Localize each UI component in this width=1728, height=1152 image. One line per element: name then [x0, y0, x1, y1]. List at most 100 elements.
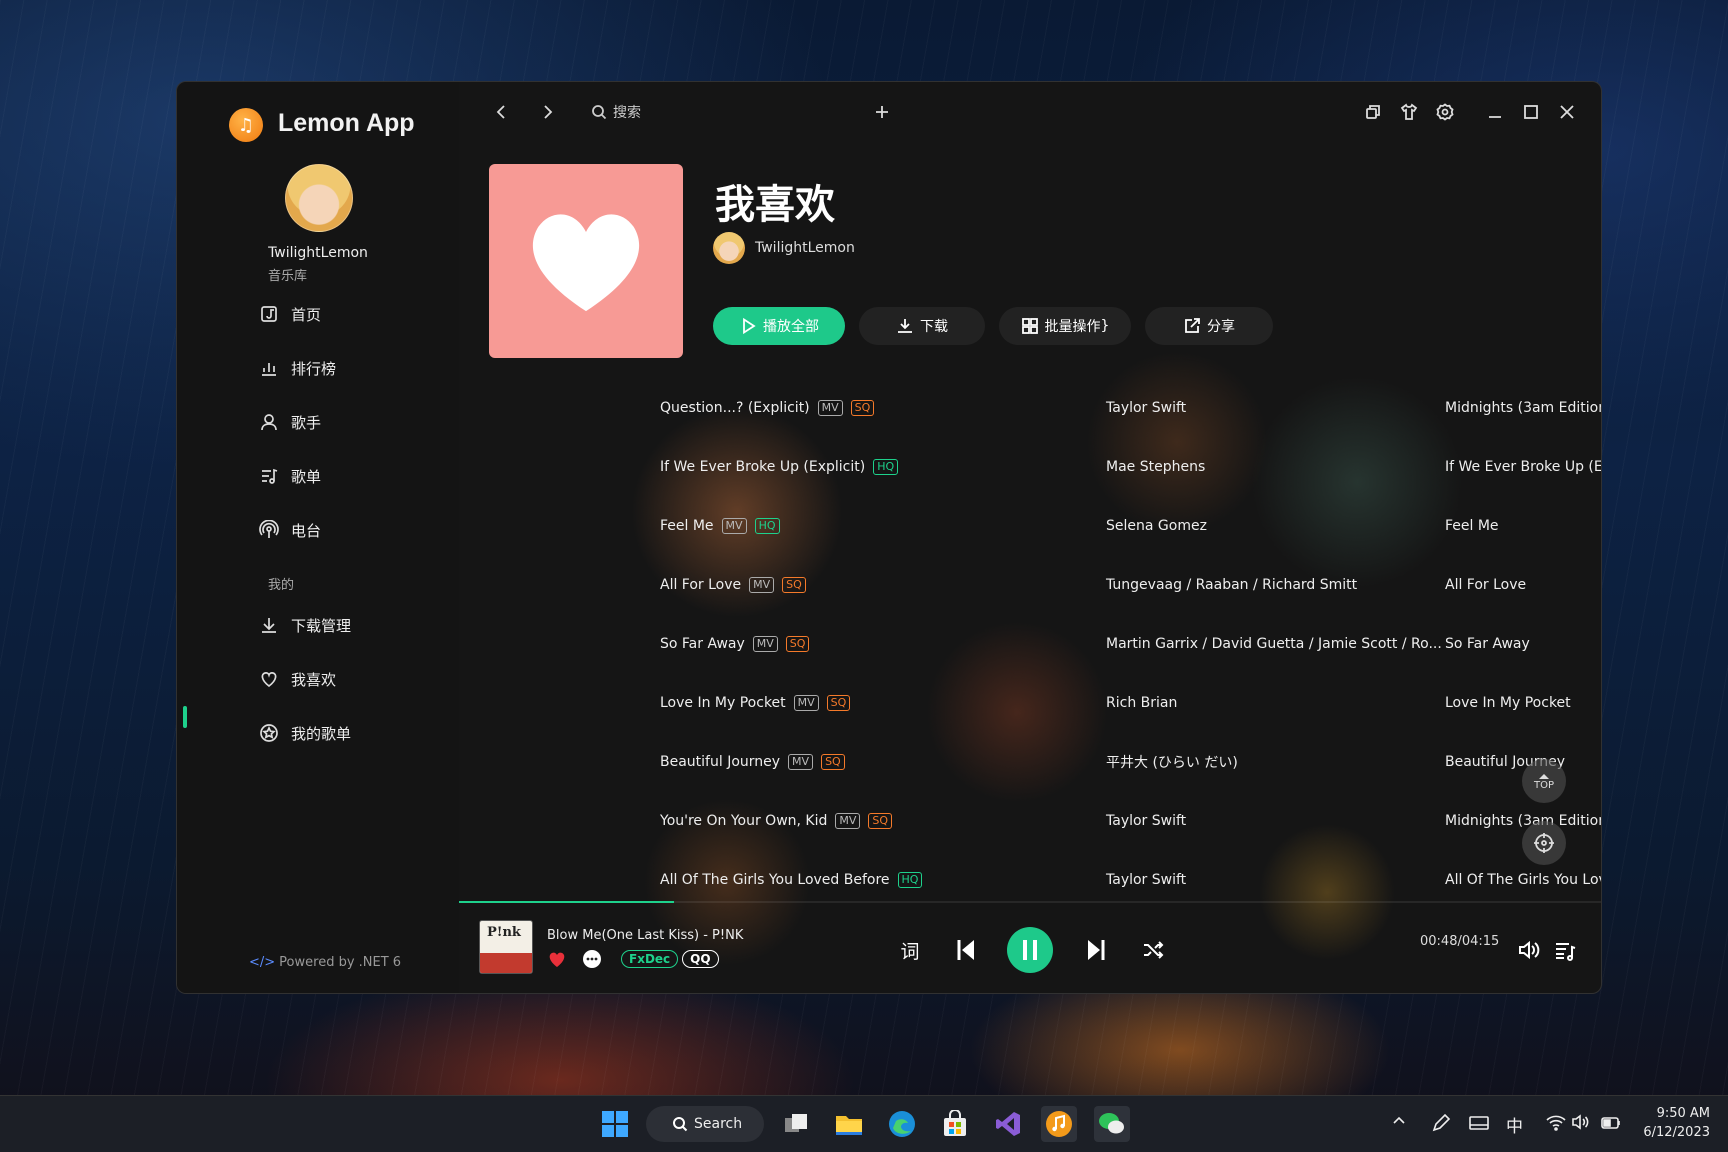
task-view-button[interactable]	[778, 1106, 814, 1142]
microsoft-store-button[interactable]	[937, 1106, 973, 1142]
input-method-indicator[interactable]: 中	[1506, 1112, 1523, 1137]
download-label: 下载	[920, 319, 948, 335]
mini-mode-button[interactable]	[1358, 97, 1388, 127]
song-artist[interactable]: Selena Gomez	[1106, 518, 1207, 534]
song-artist[interactable]: Rich Brian	[1106, 695, 1177, 711]
top-label: TOP	[1533, 779, 1554, 791]
song-row[interactable]: All For Love MV SQ Tungevaag / Raaban / Ric…	[459, 559, 1579, 611]
song-album[interactable]: Midnights (3am Edition)	[1445, 813, 1601, 829]
song-album[interactable]: Love In My Pocket	[1445, 695, 1571, 711]
lyrics-button[interactable]: 词	[895, 932, 925, 968]
volume-tray-button[interactable]	[1571, 1112, 1591, 1132]
song-row[interactable]: All Of The Girls You Loved Before HQ Taylo…	[459, 854, 1601, 906]
heart-filled-icon[interactable]	[547, 950, 567, 968]
qq-badge[interactable]: QQ	[682, 950, 719, 968]
pen-menu-button[interactable]	[1430, 1112, 1452, 1134]
play-queue-button[interactable]	[1550, 932, 1580, 968]
username[interactable]: TwilightLemon	[177, 245, 459, 261]
edge-icon	[889, 1111, 915, 1137]
sidebar-item-radio[interactable]: 电台	[259, 513, 321, 547]
song-artist[interactable]: Taylor Swift	[1106, 400, 1186, 416]
previous-button[interactable]	[949, 932, 985, 968]
play-all-button[interactable]: 播放全部	[713, 307, 845, 345]
song-row[interactable]: Love In My Pocket MV SQ Rich Brian Love In M…	[459, 677, 1579, 729]
maximize-button[interactable]	[1516, 97, 1546, 127]
song-artist[interactable]: Taylor Swift	[1106, 813, 1186, 829]
taskbar-search[interactable]: Search	[646, 1106, 764, 1142]
search-input[interactable]: 搜索	[591, 97, 641, 127]
volume-icon	[1519, 940, 1540, 960]
shuffle-button[interactable]	[1135, 932, 1171, 968]
battery-button[interactable]	[1600, 1112, 1622, 1134]
song-row[interactable]: So Far Away MV SQ Martin Garrix / David Gue…	[459, 618, 1579, 670]
plus-icon	[876, 106, 888, 118]
song-album[interactable]: All For Love	[1445, 577, 1526, 593]
song-row[interactable]: Question...? (Explicit) MV SQ Taylor Swift M…	[459, 382, 1601, 434]
file-explorer-button[interactable]	[831, 1106, 867, 1142]
mv-badge[interactable]: MV	[721, 518, 747, 534]
minimize-button[interactable]	[1480, 97, 1510, 127]
mv-badge[interactable]: MV	[793, 695, 819, 711]
playback-progress-fill	[459, 901, 674, 903]
playlist-owner[interactable]: TwilightLemon	[713, 232, 855, 264]
song-row[interactable]: If We Ever Broke Up (Explicit) HQ Mae Step…	[459, 441, 1601, 493]
sidebar-item-playlists[interactable]: 歌单	[259, 459, 321, 493]
batch-operation-button[interactable]: 批量操作 }	[999, 307, 1131, 345]
mv-badge[interactable]: MV	[749, 577, 775, 593]
powered-by: </> Powered by .NET 6	[249, 955, 401, 970]
song-artist[interactable]: Tungevaag / Raaban / Richard Smitt	[1106, 577, 1357, 593]
add-button[interactable]	[867, 97, 897, 127]
mv-badge[interactable]: MV	[752, 636, 778, 652]
song-album[interactable]: Midnights (3am Edition)	[1445, 400, 1601, 416]
close-button[interactable]	[1552, 97, 1582, 127]
playback-progress-bar[interactable]	[459, 901, 1601, 903]
next-button[interactable]	[1077, 932, 1113, 968]
share-button[interactable]: 分享	[1145, 307, 1273, 345]
locate-current-button[interactable]	[1522, 821, 1566, 865]
pause-icon	[1023, 940, 1037, 960]
sidebar-item-my-playlists[interactable]: 我的歌单	[259, 716, 351, 750]
song-row[interactable]: Beautiful Journey MV SQ 平井大 (ひらい だい) Beautif…	[459, 736, 1579, 788]
back-button[interactable]	[486, 97, 516, 127]
star-icon	[260, 724, 278, 742]
sidebar-item-home[interactable]: 首页	[259, 297, 321, 331]
song-row[interactable]: Feel Me MV HQ Selena Gomez Feel Me	[459, 500, 1579, 552]
sidebar-item-downloads[interactable]: 下载管理	[259, 608, 351, 642]
song-album[interactable]: If We Ever Broke Up (Explicit)	[1445, 459, 1601, 475]
more-icon[interactable]	[581, 948, 603, 970]
song-album[interactable]: All Of The Girls You Loved Before	[1445, 872, 1601, 888]
pause-button[interactable]	[1007, 927, 1053, 973]
tray-overflow-button[interactable]	[1390, 1112, 1408, 1130]
song-artist[interactable]: Martin Garrix / David Guetta / Jamie Sco…	[1106, 636, 1442, 652]
now-playing-title[interactable]: Blow Me(One Last Kiss) - P!NK	[547, 928, 743, 943]
sidebar-item-favorites[interactable]: 我喜欢	[259, 662, 336, 696]
song-artist[interactable]: 平井大 (ひらい だい)	[1106, 752, 1238, 772]
sidebar-item-charts[interactable]: 排行榜	[259, 351, 336, 385]
network-button[interactable]	[1545, 1112, 1567, 1134]
now-playing-cover[interactable]: P!nk	[479, 920, 533, 974]
fxdec-badge[interactable]: FxDec	[621, 950, 679, 968]
lemon-app-taskbar-button[interactable]	[1041, 1106, 1077, 1142]
mv-badge[interactable]: MV	[835, 813, 861, 829]
mv-badge[interactable]: MV	[817, 400, 843, 416]
song-artist[interactable]: Taylor Swift	[1106, 872, 1186, 888]
skin-button[interactable]	[1394, 97, 1424, 127]
forward-button[interactable]	[533, 97, 563, 127]
settings-button[interactable]	[1430, 97, 1460, 127]
download-button[interactable]: 下载	[859, 307, 985, 345]
start-button[interactable]	[597, 1106, 633, 1142]
touch-keyboard-button[interactable]	[1468, 1112, 1490, 1134]
edge-browser-button[interactable]	[884, 1106, 920, 1142]
visual-studio-button[interactable]	[990, 1106, 1026, 1142]
song-row[interactable]: You're On Your Own, Kid MV SQ Taylor Swift M…	[459, 795, 1601, 847]
sidebar-item-artists[interactable]: 歌手	[259, 405, 321, 439]
user-avatar[interactable]	[285, 164, 353, 232]
song-artist[interactable]: Mae Stephens	[1106, 459, 1205, 475]
song-album[interactable]: Feel Me	[1445, 518, 1499, 534]
taskbar-clock[interactable]: 9:50 AM 6/12/2023	[1643, 1104, 1710, 1142]
wechat-button[interactable]	[1094, 1106, 1130, 1142]
volume-button[interactable]	[1514, 932, 1544, 968]
mv-badge[interactable]: MV	[788, 754, 814, 770]
back-to-top-button[interactable]: TOP	[1522, 759, 1566, 803]
song-album[interactable]: So Far Away	[1445, 636, 1530, 652]
